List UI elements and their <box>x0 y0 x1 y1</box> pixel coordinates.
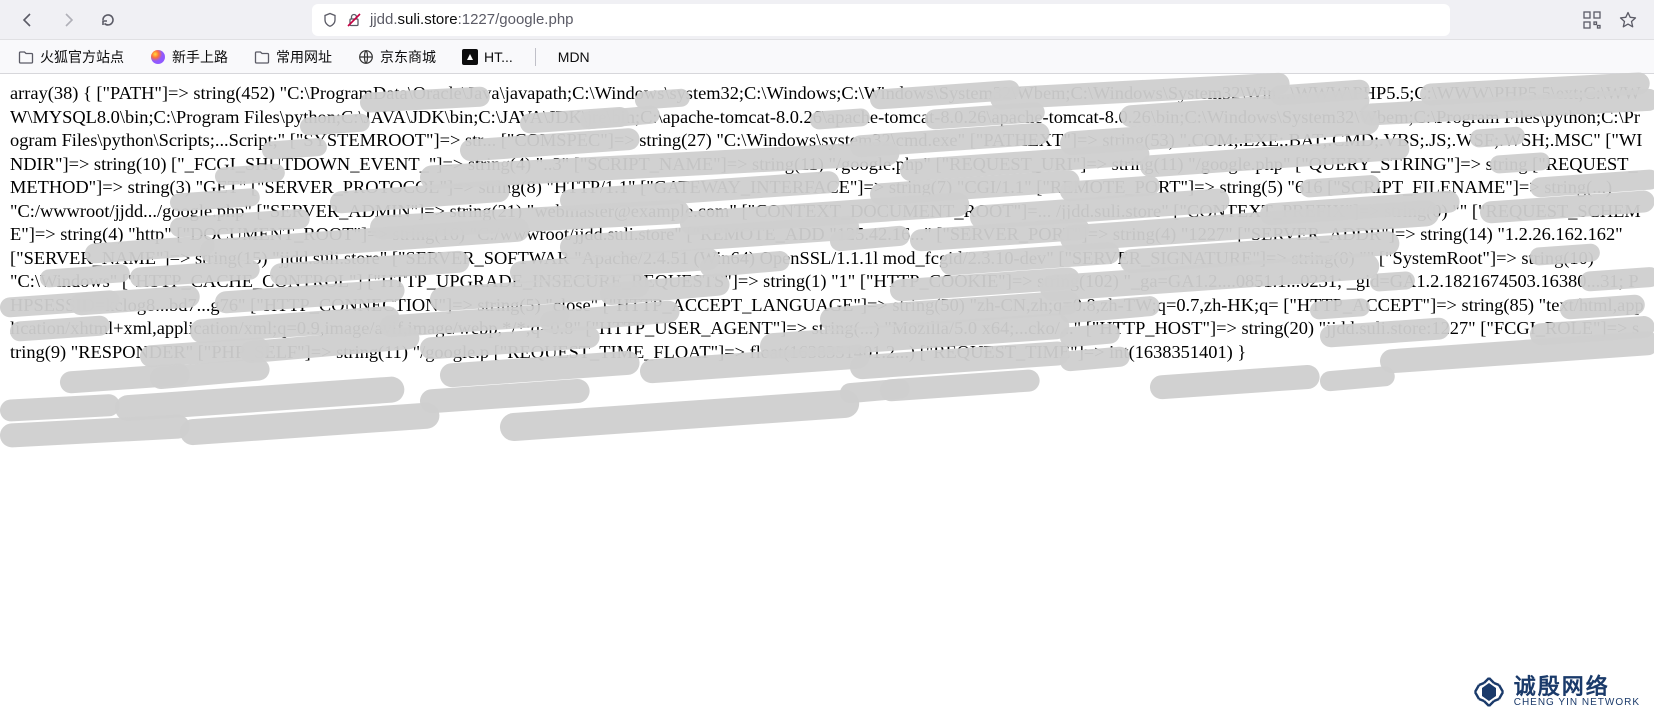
watermark-logo-icon <box>1472 675 1506 709</box>
qr-icon[interactable] <box>1578 6 1606 34</box>
watermark-en: CHENG YIN NETWORK <box>1514 698 1640 709</box>
back-button[interactable] <box>12 4 44 36</box>
forward-button[interactable] <box>52 4 84 36</box>
reload-button[interactable] <box>92 4 124 36</box>
bookmark-separator <box>535 48 536 66</box>
bookmark-mdn[interactable]: MDN <box>554 47 594 67</box>
folder-icon <box>254 49 270 65</box>
watermark-cn: 诚殷网络 <box>1514 675 1640 698</box>
shield-icon <box>322 12 338 28</box>
bookmarks-bar: 火狐官方站点 新手上路 常用网址 京东商城 HT... MDN <box>0 40 1654 74</box>
url-domain: suli.store <box>398 11 458 28</box>
dark-square-icon <box>462 49 478 65</box>
url-bar[interactable]: jjdd.suli.store:1227/google.php <box>312 4 1450 36</box>
bookmark-getting-started[interactable]: 新手上路 <box>146 45 232 69</box>
url-prefix: jjdd. <box>370 11 398 28</box>
bookmark-firefox-official[interactable]: 火狐官方站点 <box>14 45 128 69</box>
page-content: array(38) { ["PATH"]=> string(452) "C:\P… <box>0 74 1654 373</box>
navigation-toolbar: jjdd.suli.store:1227/google.php <box>0 0 1654 40</box>
bookmark-label: 新手上路 <box>172 47 228 67</box>
bookmark-common-sites[interactable]: 常用网址 <box>250 45 336 69</box>
firefox-icon <box>150 49 166 65</box>
watermark-text: 诚殷网络 CHENG YIN NETWORK <box>1514 675 1640 709</box>
bookmark-star-icon[interactable] <box>1614 6 1642 34</box>
bookmark-label: 京东商城 <box>380 47 436 67</box>
watermark: 诚殷网络 CHENG YIN NETWORK <box>1472 675 1640 709</box>
url-text: jjdd.suli.store:1227/google.php <box>370 11 1440 28</box>
url-suffix: :1227/google.php <box>458 11 574 28</box>
bookmark-ht[interactable]: HT... <box>458 47 517 67</box>
bookmark-label: MDN <box>558 49 590 65</box>
bookmark-label: HT... <box>484 49 513 65</box>
php-array-dump: array(38) { ["PATH"]=> string(452) "C:\P… <box>10 83 1644 362</box>
bookmark-label: 火狐官方站点 <box>40 47 124 67</box>
globe-icon <box>358 49 374 65</box>
insecure-lock-icon <box>346 12 362 28</box>
bookmark-label: 常用网址 <box>276 47 332 67</box>
bookmark-jd[interactable]: 京东商城 <box>354 45 440 69</box>
folder-icon <box>18 49 34 65</box>
toolbar-right <box>1578 6 1642 34</box>
